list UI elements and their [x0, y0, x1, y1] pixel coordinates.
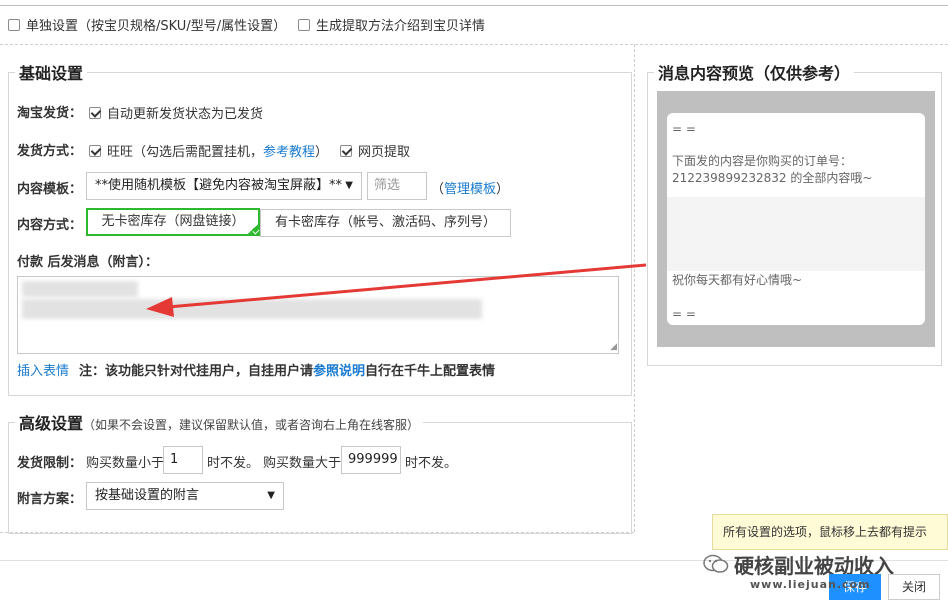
arrow-shaft: [167, 263, 647, 309]
wechat-icon: [703, 553, 729, 575]
close-button[interactable]: 关闭: [888, 574, 940, 600]
watermark-url: www.liejuan.com: [750, 578, 871, 591]
hint-tooltip: 所有设置的选项，鼠标移上去都有提示: [712, 514, 948, 550]
arrow-head-icon: [146, 297, 174, 317]
